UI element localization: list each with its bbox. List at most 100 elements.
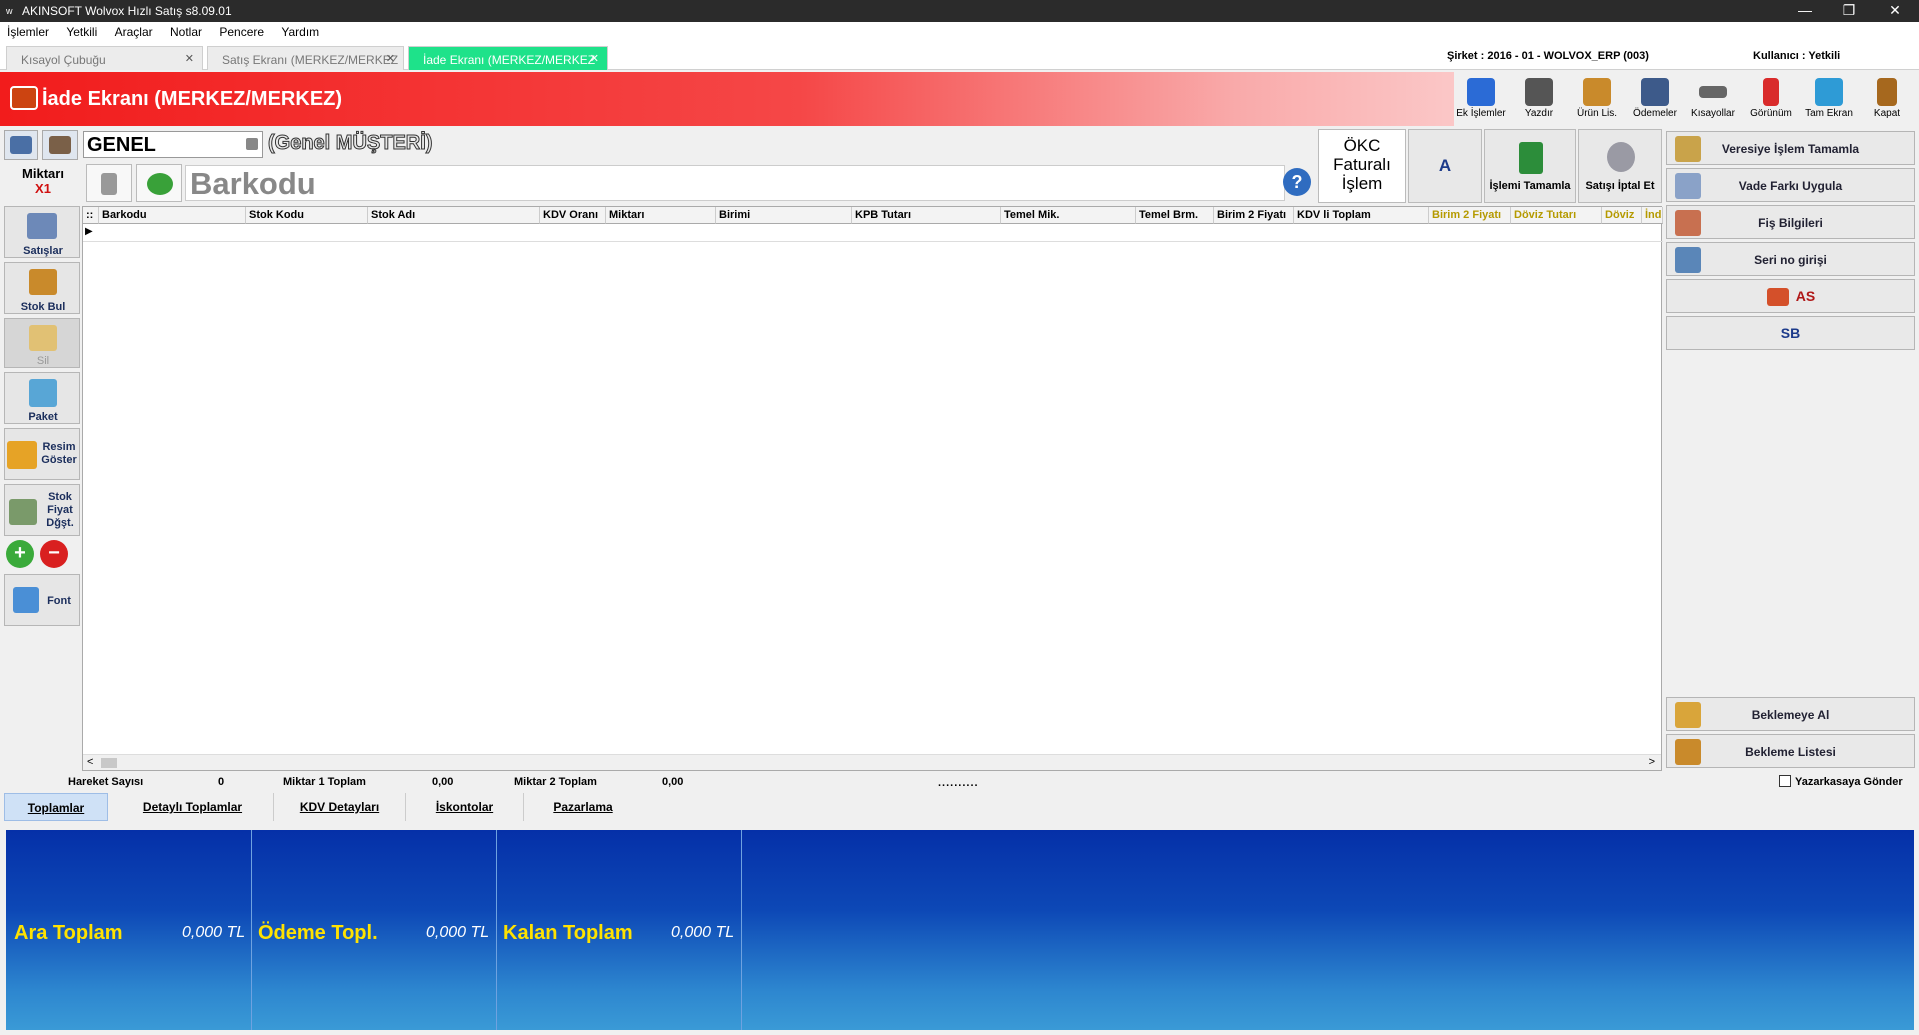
islemi-tamamla-button[interactable]: İşlemi Tamamla	[1484, 129, 1576, 203]
resim-goster-button[interactable]: Resim Göster	[4, 428, 80, 480]
scroll-right-icon[interactable]: >	[1649, 756, 1655, 768]
cancel-gears-icon	[1607, 142, 1635, 172]
okc-line2: Faturalı	[1333, 155, 1391, 174]
gorunum-button[interactable]: Görünüm	[1743, 72, 1799, 126]
maximize-button[interactable]: ❐	[1826, 0, 1872, 22]
tam-ekran-button[interactable]: Tam Ekran	[1801, 72, 1857, 126]
receipt-icon	[1675, 210, 1701, 236]
menu-notlar[interactable]: Notlar	[163, 22, 209, 39]
tab-iade-ekrani[interactable]: İade Ekranı (MERKEZ/MERKEZ ✕	[408, 46, 608, 70]
ara-toplam-cell: Ara Toplam 0,000 TL	[6, 830, 252, 1030]
tab-satis-ekrani[interactable]: Satış Ekranı (MERKEZ/MERKEZ ✕	[207, 46, 404, 70]
exit-door-icon	[1877, 78, 1897, 106]
close-tab-icon[interactable]: ✕	[185, 52, 194, 65]
customer-search-icon[interactable]	[246, 138, 258, 150]
quantity-value: X1	[35, 181, 51, 196]
panel-splitter[interactable]: ..........	[938, 777, 979, 789]
kalan-toplam-value: 0,000 TL	[671, 924, 735, 941]
payments-icon	[1641, 78, 1669, 106]
col-ind[interactable]: İnd	[1642, 207, 1663, 224]
col-kpb-tutari[interactable]: KPB Tutarı	[852, 207, 1001, 224]
app-logo-icon: w	[6, 6, 13, 16]
minimize-button[interactable]: —	[1782, 0, 1828, 22]
kisayollar-button[interactable]: Kısayollar	[1685, 72, 1741, 126]
page-header: İade Ekranı (MERKEZ/MERKEZ)	[0, 72, 1454, 126]
scroll-left-icon[interactable]: <	[87, 756, 93, 768]
tab-kdv-detaylari[interactable]: KDV Detayları	[274, 793, 406, 821]
col-temel-brm[interactable]: Temel Brm.	[1136, 207, 1214, 224]
hareket-sayisi-value: 0	[218, 776, 225, 788]
barcode-input[interactable]: Barkodu	[185, 165, 1285, 201]
col-stok-kodu[interactable]: Stok Kodu	[246, 207, 368, 224]
yazarkasa-checkbox[interactable]	[1779, 775, 1791, 787]
odemeler-button[interactable]: Ödemeler	[1627, 72, 1683, 126]
quantity-box[interactable]: Miktarı X1	[4, 164, 82, 204]
scroll-thumb[interactable]	[101, 758, 117, 768]
stok-fiyat-degistir-button[interactable]: Stok Fiyat Dğşt.	[4, 484, 80, 536]
yazdir-button[interactable]: Yazdır	[1511, 72, 1567, 126]
col-barkodu[interactable]: Barkodu	[99, 207, 246, 224]
tab-toplamlar[interactable]: Toplamlar	[4, 793, 108, 821]
sb-button[interactable]: SB	[1666, 316, 1915, 350]
close-window-button[interactable]: ✕	[1872, 0, 1918, 22]
add-icon[interactable]: +	[6, 540, 34, 568]
barcode-scanner-button[interactable]	[86, 164, 132, 202]
tab-detayli-toplamlar[interactable]: Detaylı Toplamlar	[112, 793, 274, 821]
urun-listesi-button[interactable]: Ürün Lis.	[1569, 72, 1625, 126]
odeme-toplam-cell: Ödeme Topl. 0,000 TL	[252, 830, 497, 1030]
sil-label: Sil	[36, 355, 50, 367]
font-button[interactable]: Font	[4, 574, 80, 626]
col-doviz-tutari[interactable]: Döviz Tutarı	[1511, 207, 1602, 224]
odeme-toplam-label: Ödeme Topl.	[258, 922, 378, 944]
veresiye-islem-tamamla-button[interactable]: Veresiye İşlem Tamamla	[1666, 131, 1915, 165]
col-temel-mik[interactable]: Temel Mik.	[1001, 207, 1136, 224]
customer-code-field[interactable]: GENEL	[83, 131, 263, 158]
menu-araclar[interactable]: Araçlar	[108, 22, 160, 39]
remove-icon[interactable]: −	[40, 540, 68, 568]
col-kdv-orani[interactable]: KDV Oranı	[540, 207, 606, 224]
bekleme-listesi-label: Bekleme Listesi	[1745, 745, 1836, 759]
fis-bilgileri-button[interactable]: Fiş Bilgileri	[1666, 205, 1915, 239]
refresh-button[interactable]	[136, 164, 182, 202]
seri-no-girisi-button[interactable]: Seri no girişi	[1666, 242, 1915, 276]
col-birim2-fiyati-gold[interactable]: Birim 2 Fiyatı	[1429, 207, 1511, 224]
as-button[interactable]: AS	[1666, 279, 1915, 313]
menu-yardim[interactable]: Yardım	[274, 22, 326, 39]
bekleme-listesi-button[interactable]: Bekleme Listesi	[1666, 734, 1915, 768]
page-title: İade Ekranı (MERKEZ/MERKEZ)	[42, 88, 343, 110]
menu-islemler[interactable]: İşlemler	[0, 22, 56, 39]
paket-button[interactable]: Paket	[4, 372, 80, 424]
okc-faturali-islem-button[interactable]: ÖKC Faturalı İşlem	[1318, 129, 1406, 203]
close-tab-icon[interactable]: ✕	[590, 52, 599, 65]
horizontal-scrollbar[interactable]: < >	[83, 754, 1661, 770]
items-grid[interactable]: :: Barkodu Stok Kodu Stok Adı KDV Oranı …	[82, 206, 1663, 771]
beklemeye-al-button[interactable]: Beklemeye Al	[1666, 697, 1915, 731]
stok-bul-button[interactable]: Stok Bul	[4, 262, 80, 314]
satisi-iptal-et-button[interactable]: Satışı İptal Et	[1578, 129, 1662, 203]
customer-card-button[interactable]	[42, 130, 78, 160]
menu-pencere[interactable]: Pencere	[212, 22, 271, 39]
tab-kisayol[interactable]: Kısayol Çubuğu ✕	[6, 46, 203, 70]
miktar1-toplam-value: 0,00	[432, 776, 454, 788]
menu-yetkili[interactable]: Yetkili	[59, 22, 104, 39]
col-birimi[interactable]: Birimi	[716, 207, 852, 224]
tab-iskontolar[interactable]: İskontolar	[406, 793, 524, 821]
customer-list-button[interactable]	[4, 130, 38, 160]
col-doviz[interactable]: Döviz	[1602, 207, 1642, 224]
help-icon[interactable]: ?	[1283, 168, 1311, 196]
col-birim2-fiyati[interactable]: Birim 2 Fiyatı	[1214, 207, 1294, 224]
col-stok-adi[interactable]: Stok Adı	[368, 207, 540, 224]
table-row[interactable]: ▶	[83, 224, 1663, 242]
ek-islemler-button[interactable]: Ek İşlemler	[1453, 72, 1509, 126]
satislar-button[interactable]: Satışlar	[4, 206, 80, 258]
a-button[interactable]: A	[1408, 129, 1482, 203]
close-tab-icon[interactable]: ✕	[386, 52, 395, 65]
sil-button[interactable]: Sil	[4, 318, 80, 368]
col-miktari[interactable]: Miktarı	[606, 207, 716, 224]
stok-bul-label: Stok Bul	[20, 301, 66, 313]
col-kdvli-toplam[interactable]: KDV li Toplam	[1294, 207, 1429, 224]
kapat-button[interactable]: Kapat	[1859, 72, 1915, 126]
tab-pazarlama[interactable]: Pazarlama	[524, 793, 642, 821]
vade-farki-uygula-button[interactable]: Vade Farkı Uygula	[1666, 168, 1915, 202]
scanner-icon	[101, 173, 117, 195]
